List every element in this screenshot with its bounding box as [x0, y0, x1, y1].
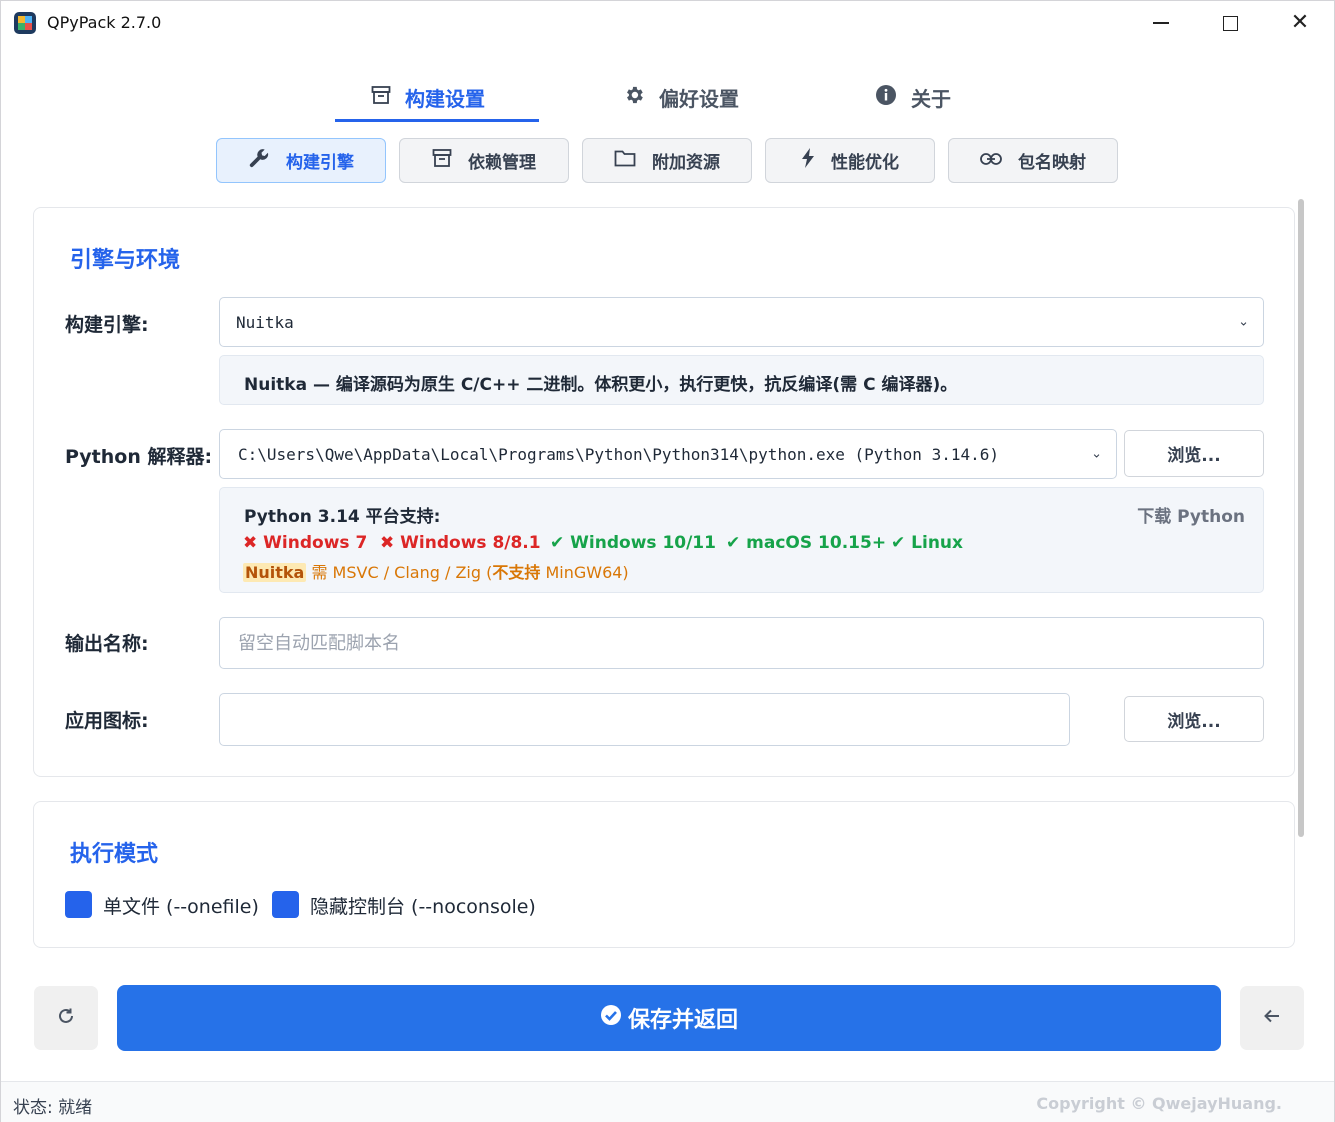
save-button-label: 保存并返回 — [627, 1008, 738, 1033]
noconsole-label: 隐藏控制台 (--noconsole) — [310, 896, 536, 918]
chevron-down-icon: ⌄ — [1091, 446, 1102, 462]
refresh-icon — [56, 1006, 76, 1031]
platform-item: ✖ Windows 8/8.1 — [380, 533, 541, 553]
interpreter-browse-button[interactable]: 浏览... — [1124, 430, 1264, 477]
save-and-return-button[interactable]: 保存并返回 — [117, 985, 1221, 1051]
bolt-icon — [801, 148, 815, 173]
refresh-button[interactable] — [34, 986, 98, 1050]
copyright-text: Copyright © QwejayHuang. — [1036, 1094, 1282, 1113]
minimize-icon — [1153, 22, 1169, 24]
status-bar: 状态: 就绪 Copyright © QwejayHuang. — [1, 1081, 1334, 1122]
interpreter-label: Python 解释器: — [65, 446, 213, 468]
tab-label: 构建设置 — [405, 86, 485, 111]
check-circle-icon — [600, 1004, 622, 1032]
wrench-icon — [248, 147, 270, 174]
archive-icon — [371, 85, 391, 110]
subtab-package-mapping[interactable]: 包名映射 — [948, 138, 1118, 183]
tab-label: 关于 — [911, 86, 951, 111]
check-icon: ✔ — [891, 533, 906, 553]
subtab-label: 构建引擎 — [286, 153, 354, 173]
engine-description: Nuitka — 编译源码为原生 C/C++ 二进制。体积更小，执行更快，抗反编… — [244, 375, 958, 395]
gear-icon — [623, 84, 645, 111]
onefile-checkbox[interactable] — [65, 891, 92, 918]
platform-item: ✔ Windows 10/11 — [550, 533, 716, 553]
platform-item: ✔ Linux — [891, 533, 964, 553]
arrow-left-icon — [1262, 1006, 1282, 1031]
onefile-label: 单文件 (--onefile) — [103, 896, 259, 918]
title-bar: QPyPack 2.7.0 ✕ — [1, 1, 1334, 45]
interpreter-select[interactable]: C:\Users\Qwe\AppData\Local\Programs\Pyth… — [219, 429, 1117, 479]
section-title: 引擎与环境 — [70, 248, 181, 273]
maximize-icon — [1222, 15, 1238, 31]
tab-label: 偏好设置 — [659, 86, 739, 111]
section-title: 执行模式 — [70, 842, 159, 867]
engine-select-value: Nuitka — [236, 312, 294, 332]
subtab-build-engine[interactable]: 构建引擎 — [216, 138, 386, 183]
archive-icon — [432, 148, 452, 173]
folder-icon — [614, 149, 636, 172]
status-text: 状态: 就绪 — [13, 1098, 93, 1118]
compiler-note: Nuitka 需 MSVC / Clang / Zig (不支持 MinGW64… — [243, 563, 629, 582]
active-tab-indicator — [335, 119, 539, 122]
check-icon: ✔ — [550, 533, 565, 553]
icon-browse-button[interactable]: 浏览... — [1124, 696, 1264, 742]
download-python-link[interactable]: 下载 Python — [1137, 502, 1245, 527]
subtab-dependencies[interactable]: 依赖管理 — [399, 138, 569, 183]
interpreter-select-value: C:\Users\Qwe\AppData\Local\Programs\Pyth… — [238, 444, 999, 464]
engine-select[interactable]: Nuitka ⌄ — [219, 297, 1264, 347]
chevron-down-icon: ⌄ — [1238, 314, 1249, 330]
link-icon — [980, 150, 1002, 171]
back-button[interactable] — [1240, 986, 1304, 1050]
compiler-tag: Nuitka — [243, 563, 307, 582]
cross-icon: ✖ — [380, 533, 395, 553]
tab-build-settings[interactable]: 构建设置 — [371, 73, 485, 121]
app-icon-input[interactable] — [219, 693, 1070, 746]
engine-label: 构建引擎: — [65, 314, 149, 336]
minimize-button[interactable] — [1141, 9, 1181, 37]
maximize-button[interactable] — [1210, 9, 1250, 37]
tab-about[interactable]: 关于 — [875, 73, 951, 121]
platform-support-title: Python 3.14 平台支持: — [244, 507, 441, 527]
platform-item: ✖ Windows 7 — [243, 533, 368, 553]
output-name-input[interactable] — [219, 617, 1264, 669]
check-icon: ✔ — [726, 533, 741, 553]
app-window: QPyPack 2.7.0 ✕ 构建设置 偏好设置 关于 构建引擎 依赖管理 附… — [0, 0, 1335, 1122]
subtab-label: 依赖管理 — [468, 153, 536, 173]
platform-item: ✔ macOS 10.15+ — [726, 533, 887, 553]
subtab-resources[interactable]: 附加资源 — [582, 138, 752, 183]
close-icon: ✕ — [1290, 10, 1310, 35]
subtab-label: 性能优化 — [831, 153, 899, 173]
cross-icon: ✖ — [243, 533, 258, 553]
subtab-performance[interactable]: 性能优化 — [765, 138, 935, 183]
output-name-label: 输出名称: — [65, 633, 149, 655]
subtab-label: 附加资源 — [652, 153, 720, 173]
noconsole-checkbox[interactable] — [272, 891, 299, 918]
engine-description-box: Nuitka — 编译源码为原生 C/C++ 二进制。体积更小，执行更快，抗反编… — [219, 355, 1264, 405]
app-logo-icon — [14, 12, 36, 34]
subtab-label: 包名映射 — [1018, 153, 1086, 173]
scrollbar[interactable] — [1298, 199, 1304, 837]
app-icon-label: 应用图标: — [65, 710, 149, 732]
window-title: QPyPack 2.7.0 — [47, 13, 162, 32]
tab-preferences[interactable]: 偏好设置 — [623, 73, 739, 121]
execution-mode-card: 执行模式 — [33, 801, 1295, 948]
close-button[interactable]: ✕ — [1280, 9, 1320, 37]
info-icon — [875, 84, 897, 111]
